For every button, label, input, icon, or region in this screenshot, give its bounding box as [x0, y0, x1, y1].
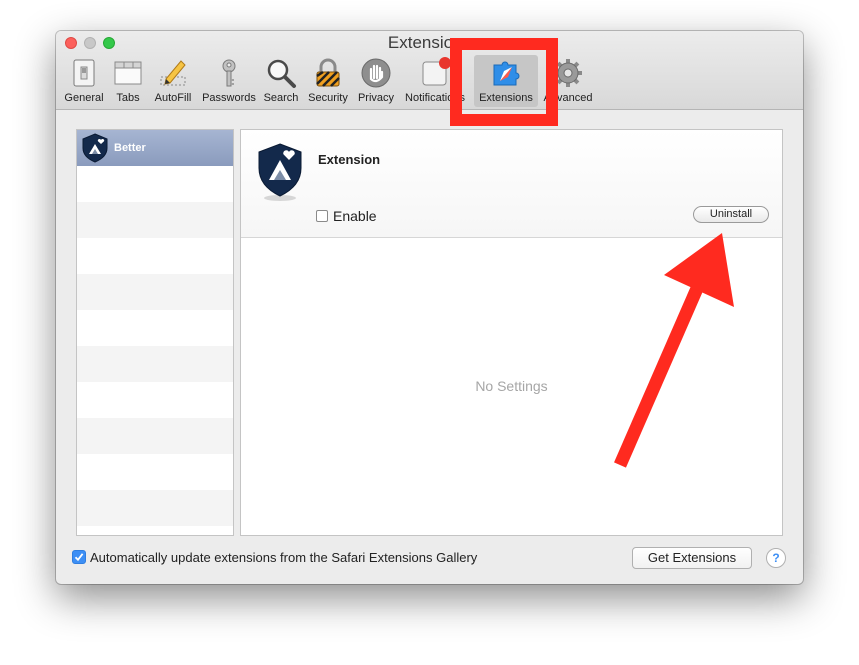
tab-label: Search — [263, 92, 299, 104]
list-item-label: Better — [114, 142, 146, 154]
tab-label: Privacy — [357, 92, 395, 104]
tab-label: AutoFill — [154, 92, 192, 104]
auto-update-label: Automatically update extensions from the… — [90, 550, 478, 565]
no-settings-text: No Settings — [475, 378, 548, 394]
tab-label: Passwords — [202, 92, 256, 104]
tab-label: Tabs — [116, 92, 140, 104]
auto-update-checkbox[interactable] — [72, 550, 86, 564]
tab-label: Notifications — [405, 92, 465, 104]
tab-autofill[interactable]: AutoFill — [150, 55, 196, 107]
tab-advanced[interactable]: Advanced — [540, 55, 596, 107]
checkmark-icon — [74, 553, 84, 562]
puzzle-icon — [493, 61, 520, 86]
preferences-window: Extensions General Tabs AutoFill Passwor… — [56, 31, 803, 584]
enable-checkbox[interactable] — [316, 210, 328, 222]
padlock-icon — [316, 58, 340, 87]
tab-label: Extensions — [479, 92, 533, 104]
tab-extensions[interactable]: Extensions — [474, 55, 538, 107]
list-row — [77, 454, 233, 490]
extension-header: Extension Enable Uninstall — [241, 130, 782, 238]
extension-detail: Extension Enable Uninstall No Settings — [240, 129, 783, 536]
pencil-icon — [160, 60, 186, 86]
tab-passwords[interactable]: Passwords — [200, 55, 258, 107]
key-icon — [222, 59, 236, 87]
gear-icon — [554, 59, 582, 87]
toolbar: Extensions General Tabs AutoFill Passwor… — [56, 31, 803, 110]
notification-icon — [422, 57, 451, 86]
list-row — [77, 166, 233, 202]
list-row — [77, 418, 233, 454]
enable-toggle[interactable]: Enable — [316, 208, 377, 224]
list-row — [77, 238, 233, 274]
tab-label: Security — [308, 92, 348, 104]
list-row — [77, 346, 233, 382]
shield-icon — [82, 133, 108, 163]
tab-privacy[interactable]: Privacy — [355, 55, 397, 107]
list-row — [77, 490, 233, 526]
list-item-selected[interactable]: Better — [77, 130, 233, 166]
tab-notifications[interactable]: Notifications — [400, 55, 470, 107]
list-row — [77, 202, 233, 238]
list-row — [77, 382, 233, 418]
extensions-list[interactable]: Better — [76, 129, 234, 536]
extension-shield-icon — [258, 143, 302, 201]
list-row — [77, 274, 233, 310]
tab-search[interactable]: Search — [261, 55, 301, 107]
list-row — [77, 310, 233, 346]
uninstall-button[interactable]: Uninstall — [693, 206, 769, 223]
tab-general[interactable]: General — [62, 55, 106, 107]
tab-label: Advanced — [543, 92, 593, 104]
switch-icon — [73, 59, 95, 87]
magnifier-icon — [267, 59, 296, 88]
hand-icon — [361, 58, 391, 88]
extension-name: Extension — [318, 152, 381, 167]
tabs-icon — [114, 61, 142, 85]
get-extensions-button[interactable]: Get Extensions — [632, 547, 752, 569]
help-button[interactable]: ? — [766, 548, 786, 568]
enable-label: Enable — [333, 208, 377, 224]
window-title: Extensions — [387, 33, 472, 52]
tab-label: General — [64, 92, 104, 104]
tab-tabs[interactable]: Tabs — [110, 55, 146, 107]
tab-security[interactable]: Security — [304, 55, 352, 107]
